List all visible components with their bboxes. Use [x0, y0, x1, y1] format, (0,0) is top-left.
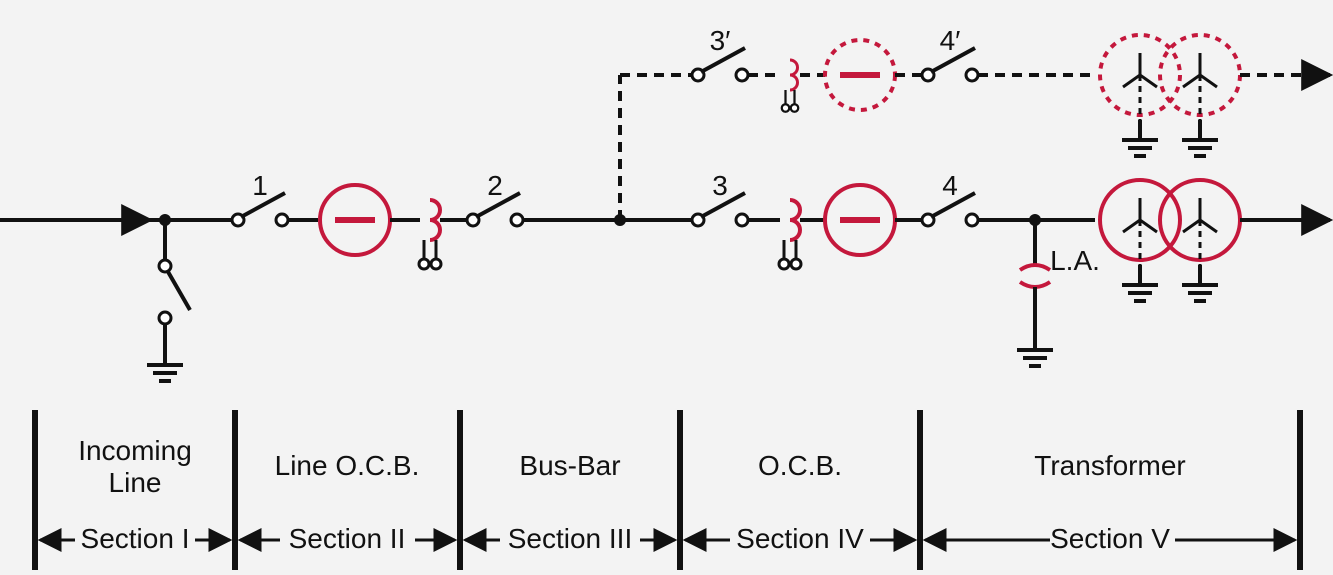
section-2-label: Section II [289, 523, 406, 554]
section-1-title-1: Incoming [78, 435, 192, 466]
section-4-label: Section IV [736, 523, 864, 554]
isolator-3-label: 3 [712, 170, 728, 201]
section-1-label: Section I [81, 523, 190, 554]
isolator-4p-label: 4′ [940, 25, 961, 56]
main-bus: 1 2 3 4 L.A. [0, 170, 1330, 381]
isolator-3p-label: 3′ [710, 25, 731, 56]
section-3-label: Section III [508, 523, 633, 554]
isolator-4-label: 4 [942, 170, 958, 201]
line-ocb [320, 185, 390, 255]
section-1-title-2: Line [109, 467, 162, 498]
line-ct [419, 200, 441, 269]
section-2-title: Line O.C.B. [275, 450, 420, 481]
spare-ocb [825, 40, 895, 110]
earth-switch-ground-icon [147, 345, 183, 381]
section-3-title: Bus-Bar [519, 450, 620, 481]
section-5-title: Transformer [1034, 450, 1185, 481]
section-5-label: Section V [1050, 523, 1170, 554]
transformer-spare [1100, 35, 1240, 156]
isolator-2-label: 2 [487, 170, 503, 201]
feeder-ct [779, 200, 801, 269]
lightning-arrester: L.A. [1017, 220, 1100, 366]
section-labels: Incoming Line Line O.C.B. Bus-Bar O.C.B.… [35, 410, 1300, 570]
transformer-main [1100, 180, 1240, 301]
section-4-title: O.C.B. [758, 450, 842, 481]
substation-single-line-diagram: 1 2 3 4 L.A. [0, 0, 1333, 575]
feeder-ocb [825, 185, 895, 255]
isolator-1-label: 1 [252, 170, 268, 201]
la-label: L.A. [1050, 245, 1100, 276]
